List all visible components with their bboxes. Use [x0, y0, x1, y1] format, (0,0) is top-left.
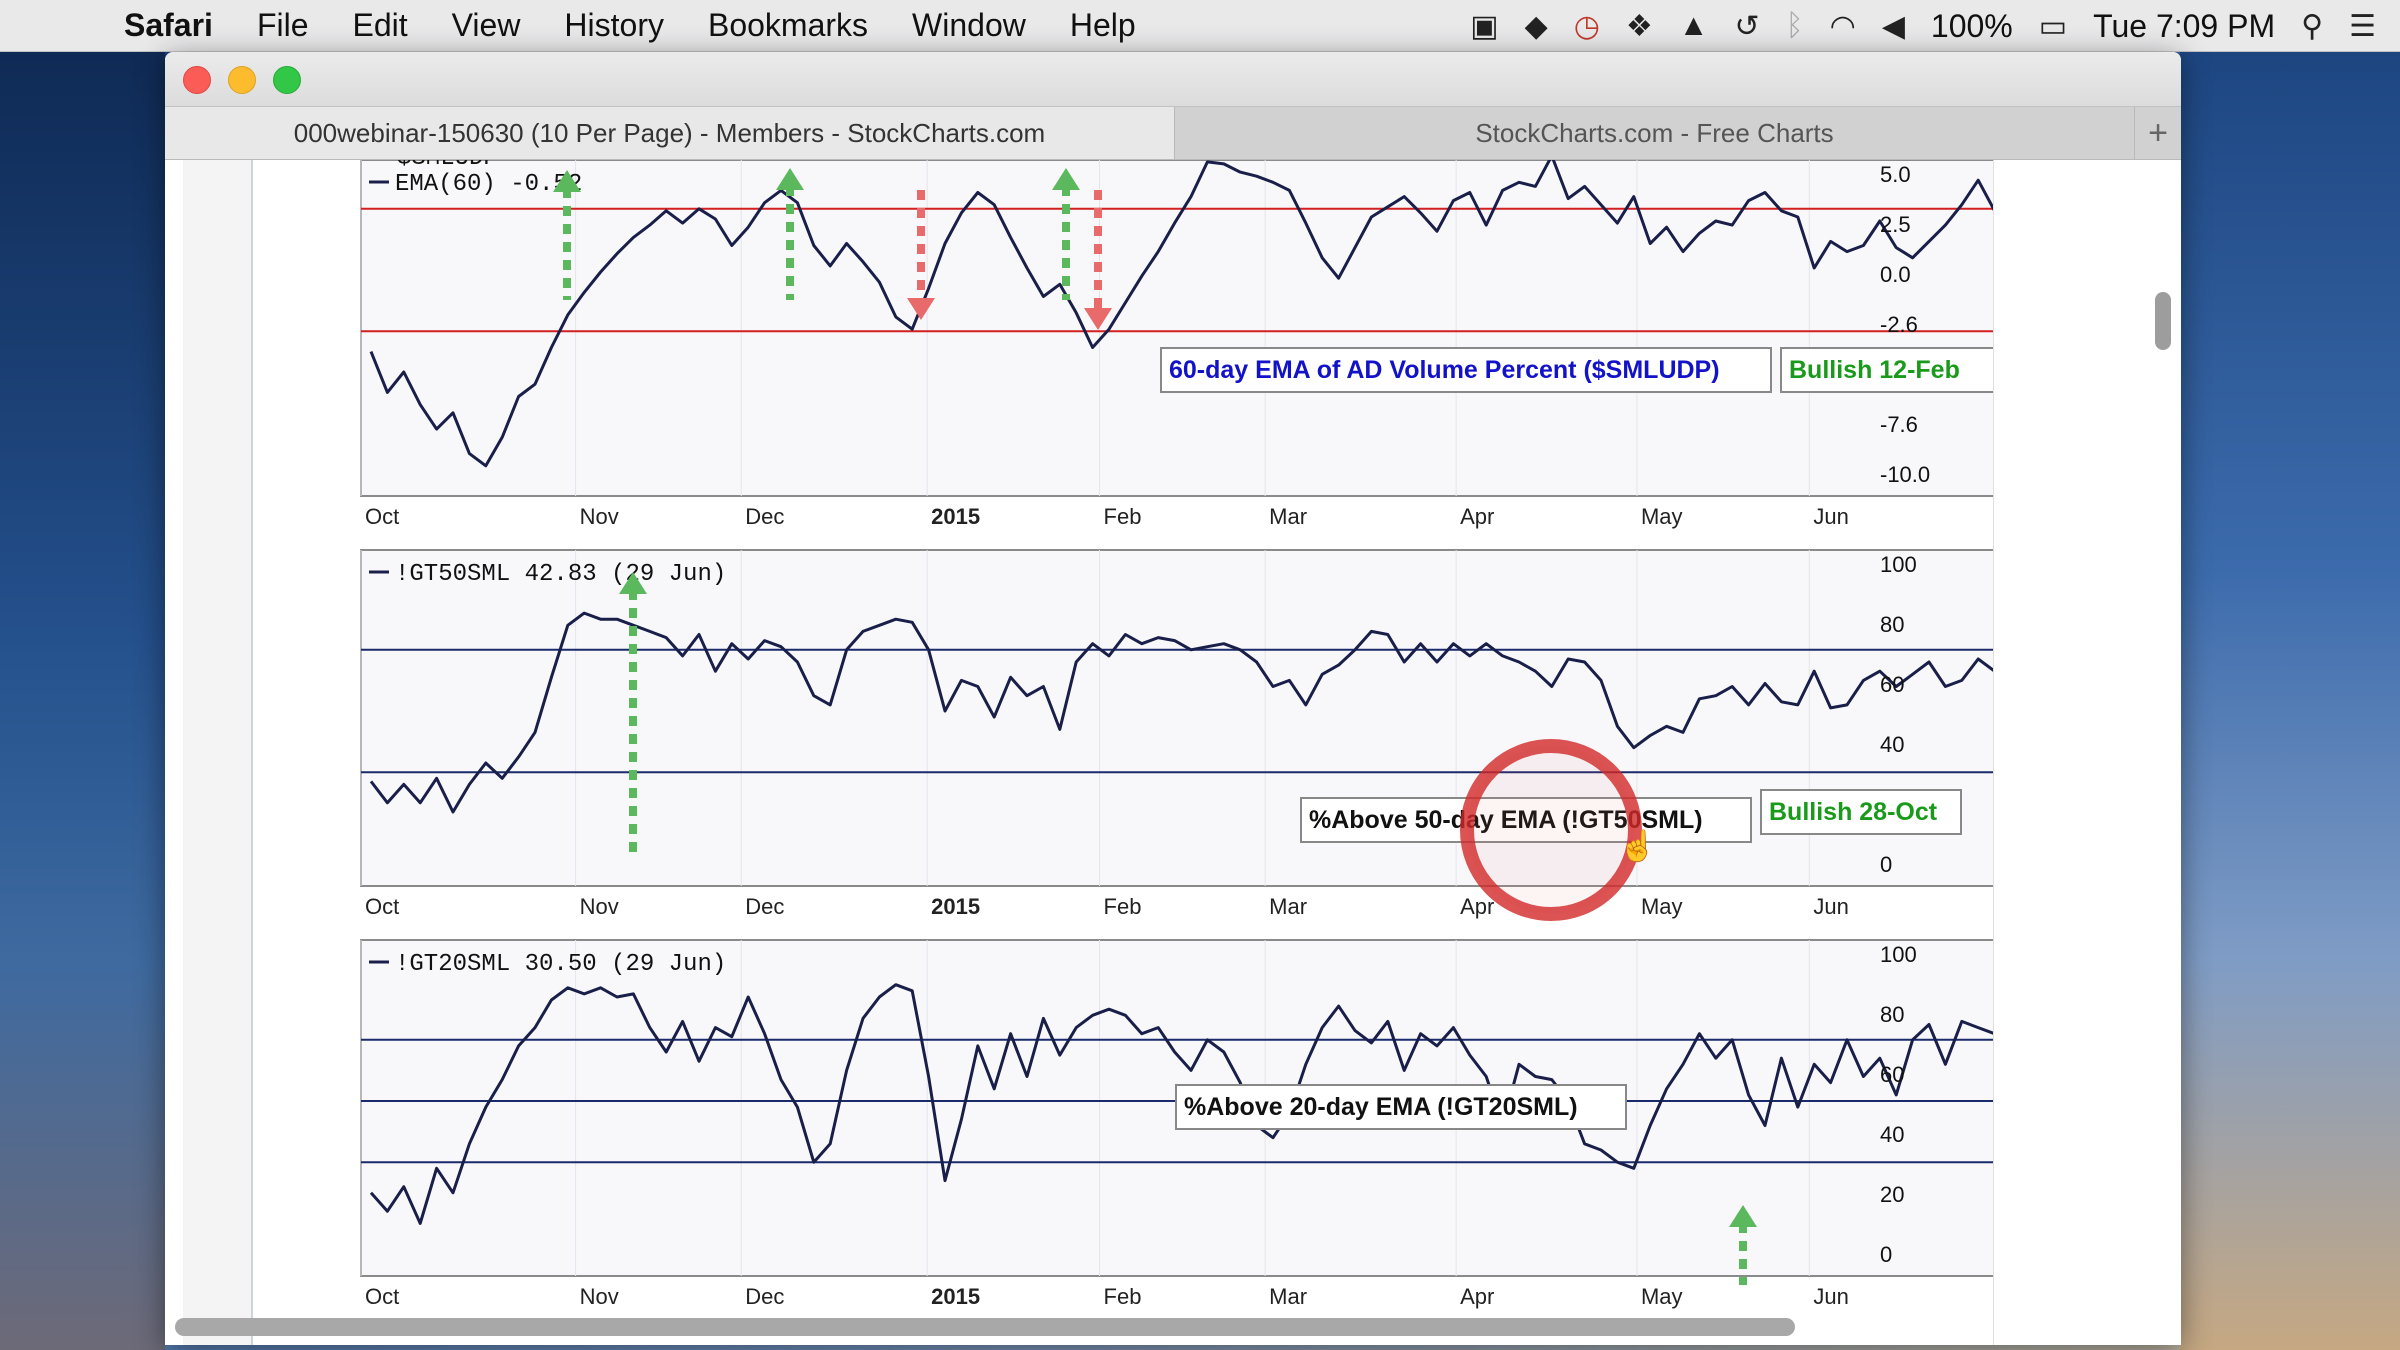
y-tick-label: 0 [1880, 1242, 1892, 1267]
y-tick-label: 100 [1880, 552, 1917, 577]
x-tick-label: Oct [365, 1284, 399, 1309]
y-tick-label: -7.6 [1880, 412, 1918, 437]
x-tick-label: May [1641, 894, 1683, 919]
x-tick-label: Dec [745, 1284, 784, 1309]
y-tick-label: 40 [1880, 1122, 1904, 1147]
signal-label: Bullish 28-Oct [1769, 798, 1938, 826]
zoom-button[interactable] [273, 66, 301, 94]
tab-members[interactable]: 000webinar-150630 (10 Per Page) - Member… [165, 107, 1175, 159]
chart-panel-1-frame [360, 160, 1993, 497]
x-tick-label: Feb [1104, 504, 1142, 529]
x-tick-label: Jun [1813, 1284, 1848, 1309]
minimize-button[interactable] [228, 66, 256, 94]
signal-label: Bullish 12-Feb [1789, 356, 1960, 384]
title-bar [165, 52, 2181, 106]
search-icon[interactable]: ⚲ [2301, 9, 2323, 44]
page-left-column [183, 160, 253, 1345]
x-tick-label: Feb [1104, 894, 1142, 919]
x-tick-label: Jun [1813, 504, 1848, 529]
x-tick-label: 2015 [931, 504, 980, 529]
menu-clock[interactable]: Tue 7:09 PM [2093, 8, 2275, 45]
x-tick-label: Mar [1269, 504, 1307, 529]
chart-panel: 5.02.50.0-2.6-6.0-7.6-10.0OctNovDec2015F… [253, 160, 1993, 1345]
battery-icon[interactable]: ▭ [2039, 9, 2067, 44]
y-tick-label: 20 [1880, 1182, 1904, 1207]
tab-bar: 000webinar-150630 (10 Per Page) - Member… [165, 106, 2181, 160]
x-tick-label: Apr [1460, 894, 1494, 919]
y-tick-label: 80 [1880, 1002, 1904, 1027]
y-tick-label: 60 [1880, 672, 1904, 697]
menu-bookmarks[interactable]: Bookmarks [708, 7, 868, 44]
x-tick-label: 2015 [931, 894, 980, 919]
page-content: 5.02.50.0-2.6-6.0-7.6-10.0OctNovDec2015F… [165, 160, 2181, 1345]
y-tick-label: 5.0 [1880, 162, 1911, 187]
evernote-icon[interactable]: ◆ [1525, 9, 1548, 44]
x-tick-label: Jun [1813, 894, 1848, 919]
vertical-scrollbar[interactable] [2155, 292, 2171, 350]
menu-view[interactable]: View [452, 7, 521, 44]
menu-edit[interactable]: Edit [353, 7, 408, 44]
x-tick-label: Dec [745, 894, 784, 919]
close-button[interactable] [183, 66, 211, 94]
x-tick-label: 2015 [931, 1284, 980, 1309]
menu-file[interactable]: File [257, 7, 309, 44]
legend-label: !GT20SML 30.50 (29 Jun) [395, 951, 726, 978]
page-right-gutter [1993, 160, 2181, 1345]
menu-app-name[interactable]: Safari [124, 7, 213, 44]
y-tick-label: -10.0 [1880, 462, 1930, 487]
x-tick-label: Mar [1269, 894, 1307, 919]
y-tick-label: 2.5 [1880, 212, 1911, 237]
x-tick-label: Apr [1460, 1284, 1494, 1309]
safari-window: 000webinar-150630 (10 Per Page) - Member… [165, 52, 2181, 1345]
battery-percent: 100% [1930, 7, 2013, 44]
time-machine-icon[interactable]: ↺ [1734, 9, 1759, 44]
tab-free-charts[interactable]: StockCharts.com - Free Charts [1175, 107, 2135, 159]
x-tick-label: Nov [580, 504, 619, 529]
desktop-wallpaper-right [2180, 52, 2400, 1350]
dropbox-icon[interactable]: ❖ [1626, 9, 1653, 44]
volume-icon[interactable]: ◀ [1882, 9, 1905, 44]
menu-bar: Safari File Edit View History Bookmarks … [0, 0, 2400, 52]
y-tick-label: -2.6 [1880, 312, 1918, 337]
cursor-highlight-ring [1460, 739, 1642, 921]
horizontal-scrollbar[interactable] [175, 1318, 1795, 1336]
y-tick-label: 40 [1880, 732, 1904, 757]
y-tick-label: 100 [1880, 942, 1917, 967]
x-tick-label: Oct [365, 504, 399, 529]
new-tab-button[interactable]: + [2135, 107, 2181, 159]
display-icon[interactable]: ▣ [1470, 9, 1498, 44]
hand-cursor-icon: ☝ [1619, 827, 1656, 864]
bluetooth-icon[interactable]: ᛒ [1786, 9, 1804, 43]
drive-icon[interactable]: ▲ [1679, 9, 1709, 43]
x-tick-label: Mar [1269, 1284, 1307, 1309]
annotation-label: 60-day EMA of AD Volume Percent ($SMLUDP… [1169, 356, 1720, 384]
x-tick-label: Feb [1104, 1284, 1142, 1309]
x-tick-label: Nov [580, 1284, 619, 1309]
y-tick-label: 80 [1880, 612, 1904, 637]
x-tick-label: Nov [580, 894, 619, 919]
y-tick-label: 0 [1880, 852, 1892, 877]
y-tick-label: 0.0 [1880, 262, 1911, 287]
wifi-icon[interactable]: ◠ [1830, 9, 1856, 44]
timer-icon[interactable]: ◷ [1574, 9, 1600, 44]
menu-window[interactable]: Window [912, 7, 1026, 44]
status-area: ▣ ◆ ◷ ❖ ▲ ↺ ᛒ ◠ ◀ 100% ▭ Tue 7:09 PM ⚲ ☰ [1470, 0, 2376, 52]
annotation-label: %Above 20-day EMA (!GT20SML) [1184, 1093, 1578, 1121]
desktop-wallpaper-left [0, 52, 165, 1350]
x-tick-label: Dec [745, 504, 784, 529]
charts-svg: 5.02.50.0-2.6-6.0-7.6-10.0OctNovDec2015F… [360, 160, 1993, 1309]
menu-history[interactable]: History [564, 7, 664, 44]
legend-label: !GT50SML 42.83 (29 Jun) [395, 561, 726, 588]
x-tick-label: Oct [365, 894, 399, 919]
x-tick-label: Apr [1460, 504, 1494, 529]
legend-label: EMA(60) -0.52 [395, 171, 582, 198]
x-tick-label: May [1641, 504, 1683, 529]
list-icon[interactable]: ☰ [2349, 9, 2376, 44]
menu-help[interactable]: Help [1070, 7, 1136, 44]
x-tick-label: May [1641, 1284, 1683, 1309]
y-tick-label: 60 [1880, 1062, 1904, 1087]
